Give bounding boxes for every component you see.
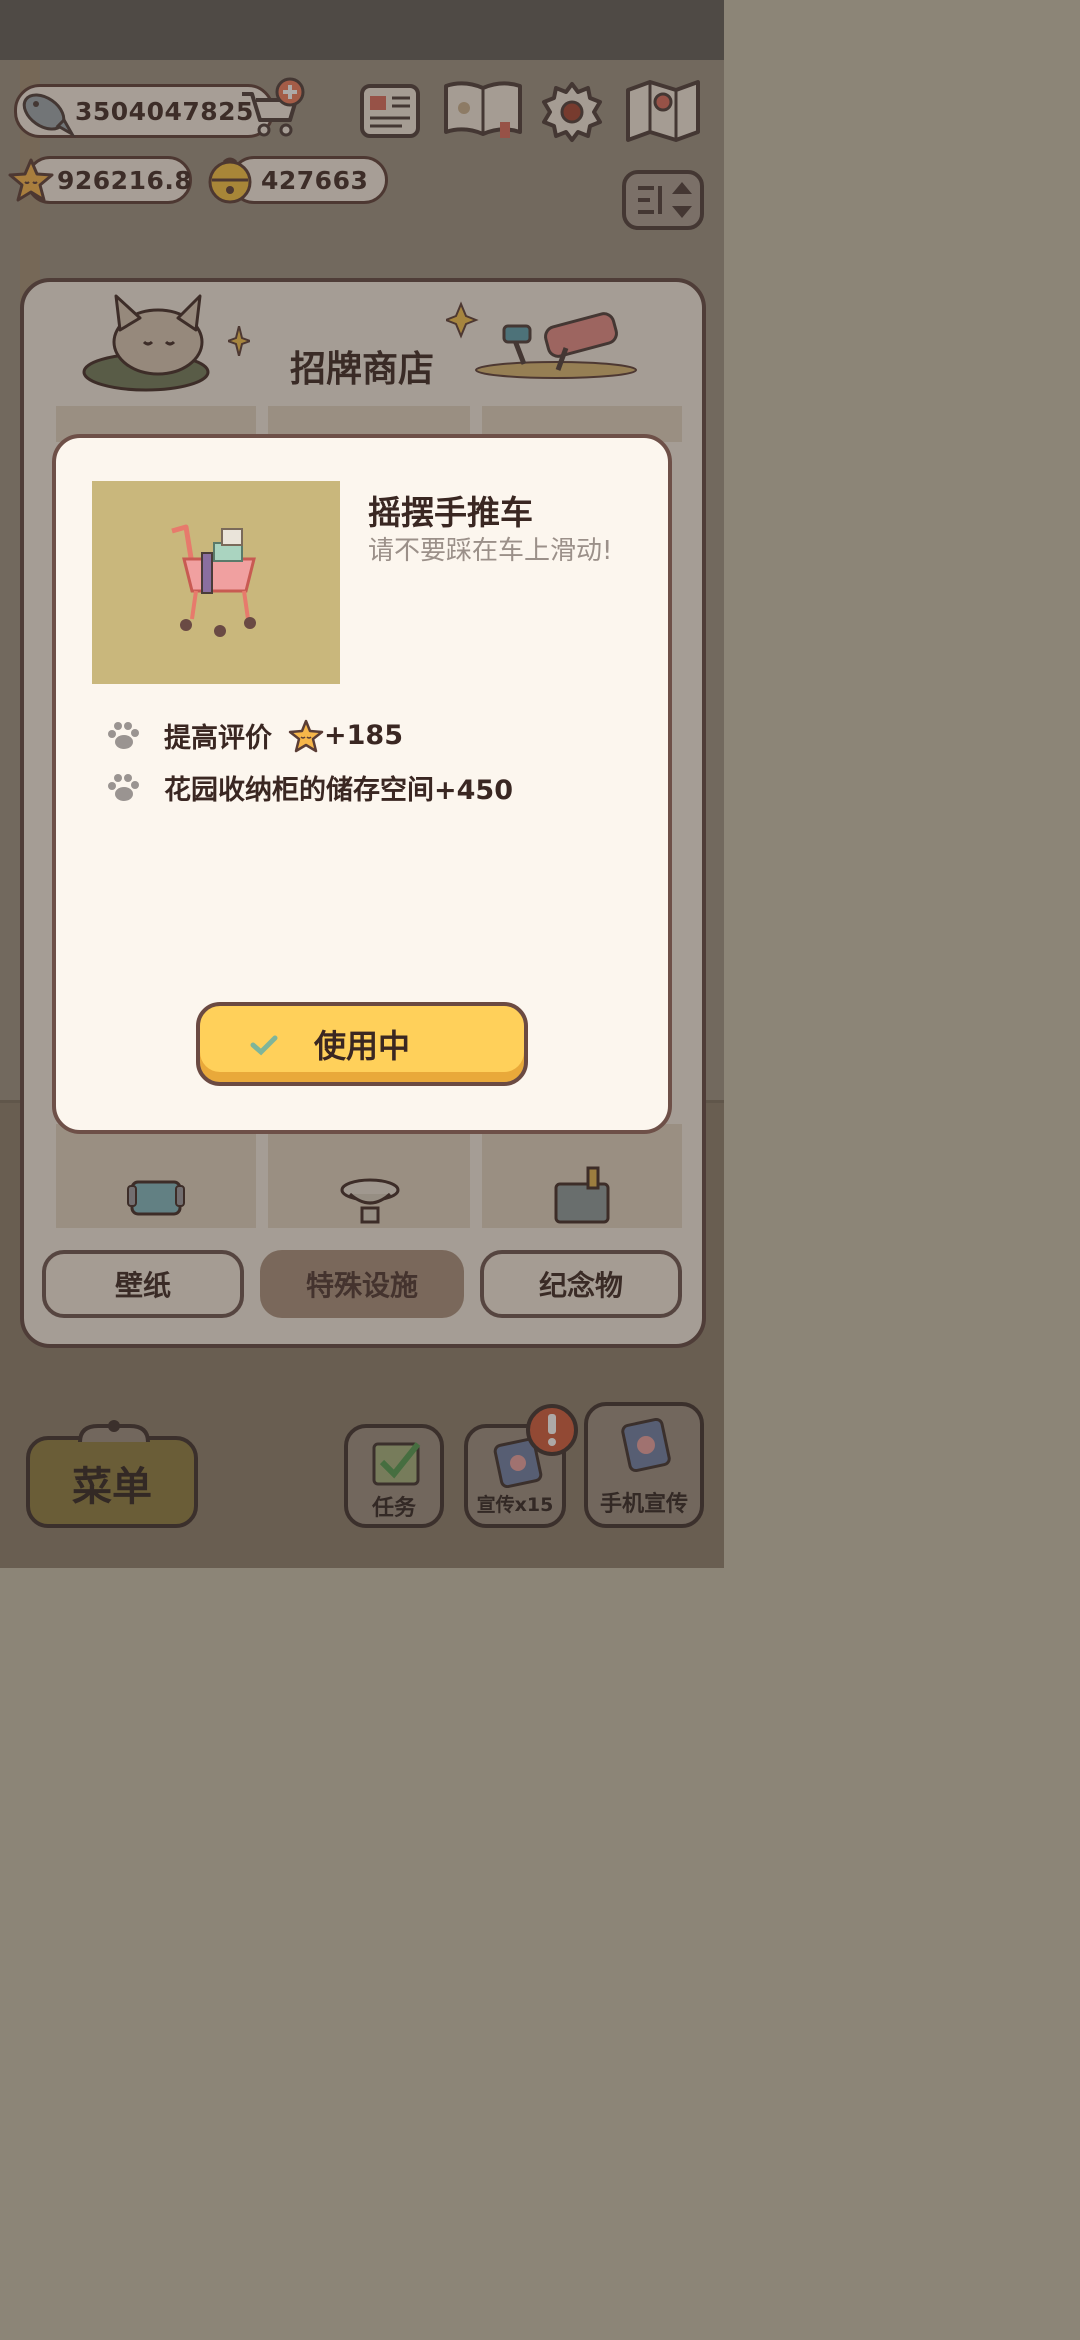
effect-row-storage: 花园收纳柜的储存空间+450 xyxy=(104,768,513,807)
in-use-label: 使用中 xyxy=(313,1027,410,1065)
star-icon xyxy=(288,719,324,752)
paw-icon xyxy=(108,721,139,749)
effect-rating-value: +185 xyxy=(324,720,403,751)
item-preview-image xyxy=(92,481,340,684)
effect-rating-label: 提高评价 xyxy=(164,723,272,754)
effect-storage-label: 花园收纳柜的储存空间+450 xyxy=(164,775,513,806)
in-use-button[interactable]: 使用中 xyxy=(196,1002,528,1086)
effect-row-rating: 提高评价 +185 xyxy=(104,716,403,755)
item-description: 请不要踩在车上滑动! xyxy=(368,536,613,566)
item-name: 摇摆手推车 xyxy=(368,493,533,532)
checkmark-icon xyxy=(250,1035,278,1056)
swing-cart-icon xyxy=(171,524,256,637)
paw-icon xyxy=(108,773,139,801)
